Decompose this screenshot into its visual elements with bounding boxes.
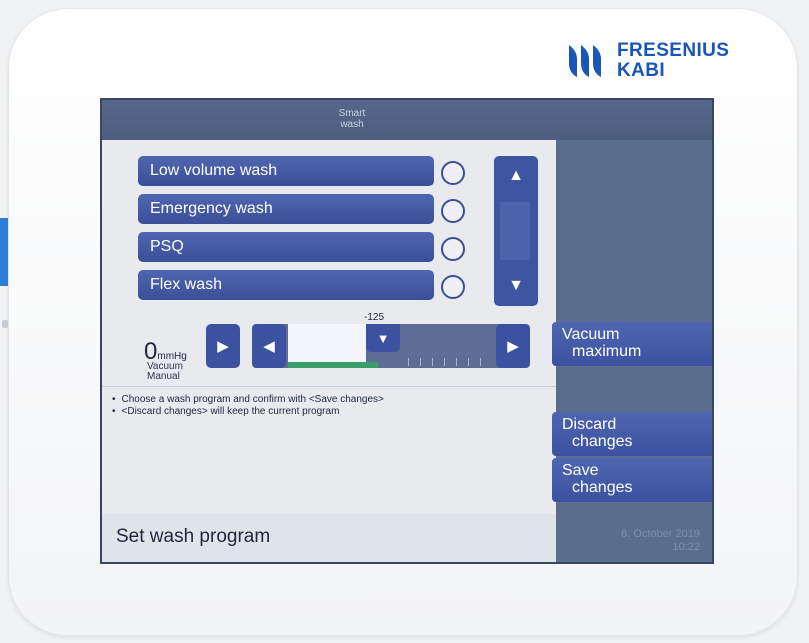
- hint-item: Choose a wash program and confirm with <…: [112, 394, 384, 406]
- divider: [102, 386, 556, 387]
- brand-logo: FRESENIUS KABI: [565, 39, 729, 83]
- hint-item: <Discard changes> will keep the current …: [112, 406, 384, 418]
- date-time-display: 8. October 2019 10:22: [621, 528, 700, 554]
- slider-marker-value: -125: [364, 312, 385, 323]
- slider-tick: [432, 358, 433, 366]
- slider-tick: [468, 358, 469, 366]
- date-text: 8. October 2019: [621, 528, 700, 540]
- discard-label-line1: Discard: [562, 416, 617, 433]
- slider-tick: [480, 358, 481, 366]
- program-radio-low-volume-wash[interactable]: [441, 161, 465, 185]
- brand-name-line2: KABI: [617, 60, 666, 81]
- save-label-line1: Save: [562, 462, 599, 479]
- slider-tick: [420, 358, 421, 366]
- arrow-right-icon: ▶: [507, 338, 519, 355]
- vacuum-maximum-label-line1: Vacuum: [562, 326, 620, 343]
- header-title-line2: wash: [340, 119, 364, 130]
- slider-decrease-button[interactable]: ◀: [252, 324, 286, 368]
- save-changes-button[interactable]: Save changes: [552, 458, 712, 502]
- slider-thumb[interactable]: ▼: [366, 324, 400, 352]
- discard-changes-button[interactable]: Discard changes: [552, 412, 712, 456]
- program-list-scrollbar[interactable]: ▲ ▼: [494, 156, 538, 306]
- vacuum-mode-label: Manual: [147, 371, 180, 382]
- program-radio-flex-wash[interactable]: [441, 275, 465, 299]
- footer-bar: Set wash program: [102, 514, 556, 562]
- slider-level-bar: [288, 362, 378, 368]
- slider-tick: [456, 358, 457, 366]
- save-label-line2: changes: [572, 479, 633, 496]
- chevron-up-icon: ▲: [508, 167, 524, 184]
- slider-tick: [444, 358, 445, 366]
- arrow-right-icon: ▶: [217, 338, 229, 355]
- program-button-flex-wash[interactable]: Flex wash: [138, 270, 434, 300]
- fresenius-logo-icon: [569, 45, 601, 77]
- vacuum-maximum-label-line2: maximum: [572, 343, 642, 360]
- program-button-emergency-wash[interactable]: Emergency wash: [138, 194, 434, 224]
- discard-label-line2: changes: [572, 433, 633, 450]
- chevron-down-icon: ▼: [376, 330, 390, 346]
- vacuum-mode-next-button[interactable]: ▶: [206, 324, 240, 368]
- side-screw: [2, 320, 8, 328]
- side-tab: [0, 218, 8, 286]
- header-title: Smart wash: [302, 108, 402, 130]
- main-panel: Low volume wash Emergency wash PSQ Flex …: [102, 140, 556, 514]
- vacuum-slider[interactable]: ◀ ▼ ▶: [252, 324, 530, 368]
- arrow-left-icon: ◀: [263, 338, 275, 355]
- program-button-psq[interactable]: PSQ: [138, 232, 434, 262]
- chevron-down-icon: ▼: [508, 277, 524, 294]
- scroll-down-button[interactable]: ▼: [494, 268, 538, 304]
- header-bar: Smart wash: [102, 100, 712, 140]
- header-title-line1: Smart: [338, 108, 366, 119]
- scrollbar-track[interactable]: [500, 202, 530, 260]
- instruction-hints: Choose a wash program and confirm with <…: [112, 394, 384, 418]
- touch-screen: Smart wash Low volume wash Emergency was…: [100, 98, 714, 564]
- program-radio-psq[interactable]: [441, 237, 465, 261]
- vacuum-maximum-button[interactable]: Vacuum maximum: [552, 322, 712, 366]
- slider-tick: [408, 358, 409, 366]
- brand-name-line1: FRESENIUS: [617, 40, 730, 61]
- program-radio-emergency-wash[interactable]: [441, 199, 465, 223]
- time-text: 10:22: [672, 541, 700, 553]
- scroll-up-button[interactable]: ▲: [494, 158, 538, 194]
- slider-increase-button[interactable]: ▶: [496, 324, 530, 368]
- program-button-low-volume-wash[interactable]: Low volume wash: [138, 156, 434, 186]
- page-title: Set wash program: [116, 526, 271, 547]
